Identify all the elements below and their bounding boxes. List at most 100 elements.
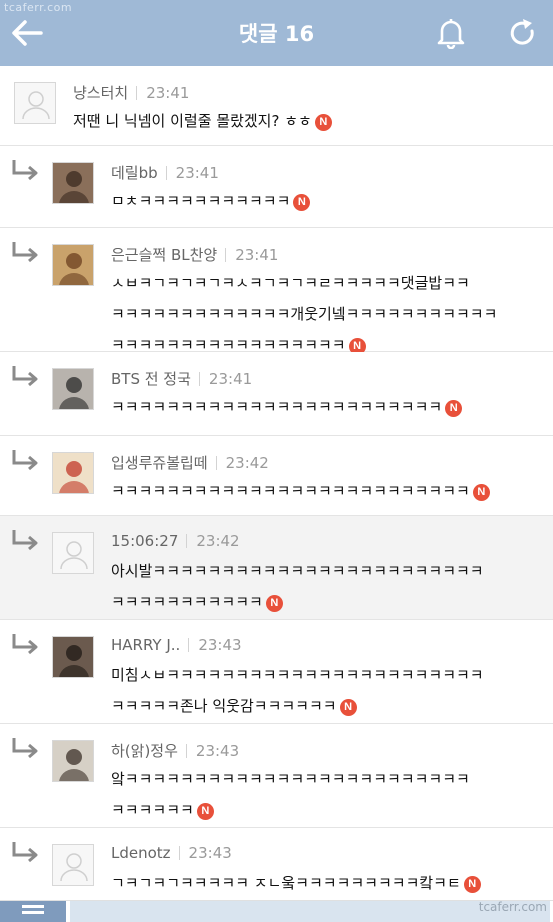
reply-arrow-icon (10, 840, 40, 866)
meta-divider (185, 743, 187, 758)
comment-text: 아시발ㅋㅋㅋㅋㅋㅋㅋㅋㅋㅋㅋㅋㅋㅋㅋㅋㅋㅋㅋㅋㅋㅋㅋㅋㅋㅋㅋㅋㅋㅋㅋㅋㅋㅋㅋ N (111, 556, 484, 618)
comment-text: ㅁㅊㅋㅋㅋㅋㅋㅋㅋㅋㅋㅋㅋ N (111, 186, 311, 217)
new-badge: N (265, 595, 283, 612)
comment-line: 앜ㅋㅋㅋㅋㅋㅋㅋㅋㅋㅋㅋㅋㅋㅋㅋㅋㅋㅋㅋㅋㅋㅋㅋㅋㅋ (111, 770, 470, 788)
avatar[interactable] (52, 452, 94, 494)
comment-meta: 15:06:27 23:42 (111, 532, 240, 550)
comment-line: ㅁㅊㅋㅋㅋㅋㅋㅋㅋㅋㅋㅋㅋ N (111, 186, 311, 217)
comment-text: ㅋㅋㅋㅋㅋㅋㅋㅋㅋㅋㅋㅋㅋㅋㅋㅋㅋㅋㅋㅋㅋㅋㅋㅋㅋㅋ N (111, 476, 490, 507)
reply-arrow-icon (10, 736, 40, 762)
nickname[interactable]: 은근슬쩍 BL찬양 (111, 244, 217, 265)
comment-line: ㅋㅋㅋㅋㅋㅋㅋㅋㅋㅋㅋ N (111, 587, 484, 618)
reply-arrow-icon (10, 364, 40, 390)
timestamp: 23:41 (146, 83, 190, 102)
watermark: tcaferr.com (4, 1, 73, 14)
comment-line: ㅋㅋㅋㅋㅋ존나 익웃감ㅋㅋㅋㅋㅋㅋ N (111, 691, 484, 722)
watermark-bottom: tcaferr.com (478, 900, 547, 914)
bell-icon[interactable] (434, 16, 468, 50)
comment-meta: 하(앍)정우 23:43 (111, 740, 239, 761)
reply-arrow-icon (10, 240, 40, 266)
meta-divider (136, 85, 138, 100)
meta-divider (188, 638, 190, 652)
comment-line: ㅋㅋㅋㅋㅋㅋㅋㅋㅋㅋㅋㅋㅋㅋㅋㅋㅋㅋㅋㅋㅋㅋㅋㅋㅋㅋ N (111, 476, 490, 507)
meta-divider (198, 371, 200, 386)
comment-line: ㄱㅋㄱㅋㄱㅋㅋㅋㅋㅋ ㅈㄴ웈ㅋㅋㅋㅋㅋㅋㅋㅋㅋ캌ㅋㅌ N (111, 868, 481, 899)
comment-meta: BTS 전 정국 23:41 (111, 368, 252, 389)
comment-text: 앜ㅋㅋㅋㅋㅋㅋㅋㅋㅋㅋㅋㅋㅋㅋㅋㅋㅋㅋㅋㅋㅋㅋㅋㅋㅋㅋㅋㅋㅋㅋㅋ N (111, 764, 470, 826)
avatar[interactable] (52, 636, 94, 678)
nickname[interactable]: HARRY J.. (111, 636, 180, 654)
new-badge: N (196, 803, 214, 820)
new-badge: N (339, 699, 357, 716)
avatar[interactable] (52, 162, 94, 204)
meta-divider (165, 165, 167, 180)
comment-item[interactable]: 은근슬쩍 BL찬양 23:41 ㅅㅂㅋㄱㅋㄱㅋㄱㅋㅅㅋㄱㅋㄱㅋㄹㅋㅋㅋㅋㅋ댓글밥ㅋㅋ… (0, 228, 553, 355)
top-bar: tcaferr.com 댓글 16 (0, 0, 553, 66)
comment-line: 저땐 니 닉넴이 이럴줄 몰랐겠지? ㅎㅎ N (73, 106, 332, 137)
avatar[interactable] (52, 740, 94, 782)
nickname[interactable]: 데릴bb (111, 162, 158, 183)
menu-button[interactable] (0, 901, 66, 922)
avatar[interactable] (52, 368, 94, 410)
timestamp: 23:41 (235, 245, 279, 264)
timestamp: 23:42 (225, 453, 269, 472)
comment-line: 아시발ㅋㅋㅋㅋㅋㅋㅋㅋㅋㅋㅋㅋㅋㅋㅋㅋㅋㅋㅋㅋㅋㅋㅋㅋ (111, 562, 484, 580)
timestamp: 23:43 (198, 636, 242, 654)
comment-text: ㅋㅋㅋㅋㅋㅋㅋㅋㅋㅋㅋㅋㅋㅋㅋㅋㅋㅋㅋㅋㅋㅋㅋㅋ N (111, 392, 463, 423)
comment-meta: HARRY J.. 23:43 (111, 636, 242, 654)
comment-text: 미침ㅅㅂㅋㅋㅋㅋㅋㅋㅋㅋㅋㅋㅋㅋㅋㅋㅋㅋㅋㅋㅋㅋㅋㅋㅋㅋㅋㅋㅋㅋ존나 익웃감ㅋㅋ… (111, 660, 484, 722)
new-badge: N (314, 114, 332, 131)
comment-text: ㄱㅋㄱㅋㄱㅋㅋㅋㅋㅋ ㅈㄴ웈ㅋㅋㅋㅋㅋㅋㅋㅋㅋ캌ㅋㅌ N (111, 868, 481, 899)
comment-line: ㅋㅋㅋㅋㅋㅋ N (111, 795, 470, 826)
arrow-left-icon[interactable] (10, 16, 44, 50)
reply-arrow-icon (10, 632, 40, 658)
timestamp: 23:41 (175, 163, 219, 182)
timestamp: 23:43 (195, 741, 240, 760)
avatar[interactable] (52, 532, 94, 574)
comment-item[interactable]: 입생루쥬볼립떼 23:42 ㅋㅋㅋㅋㅋㅋㅋㅋㅋㅋㅋㅋㅋㅋㅋㅋㅋㅋㅋㅋㅋㅋㅋㅋㅋㅋ N (0, 436, 553, 516)
timestamp: 23:41 (208, 369, 253, 388)
nickname[interactable]: Ldenotz (111, 844, 171, 862)
comment-line: ㅅㅂㅋㄱㅋㄱㅋㄱㅋㅅㅋㄱㅋㄱㅋㄹㅋㅋㅋㅋㅋ댓글밥ㅋㅋ (111, 274, 470, 292)
reply-arrow-icon (10, 528, 40, 554)
comment-line: ㅋㅋㅋㅋㅋㅋㅋㅋㅋㅋㅋㅋㅋㅋㅋㅋㅋㅋㅋㅋㅋㅋㅋㅋ N (111, 392, 463, 423)
comment-item[interactable]: HARRY J.. 23:43 미침ㅅㅂㅋㅋㅋㅋㅋㅋㅋㅋㅋㅋㅋㅋㅋㅋㅋㅋㅋㅋㅋㅋㅋㅋ… (0, 620, 553, 724)
refresh-icon[interactable] (506, 16, 540, 50)
nickname[interactable]: BTS 전 정국 (111, 368, 191, 389)
reply-arrow-icon (10, 158, 40, 184)
meta-divider (186, 534, 188, 548)
comment-meta: 냥스터치 23:41 (73, 82, 189, 103)
new-badge: N (472, 484, 490, 501)
comment-meta: 은근슬쩍 BL찬양 23:41 (111, 244, 278, 265)
comment-item[interactable]: 15:06:27 23:42 아시발ㅋㅋㅋㅋㅋㅋㅋㅋㅋㅋㅋㅋㅋㅋㅋㅋㅋㅋㅋㅋㅋㅋㅋㅋ… (0, 516, 553, 620)
bottom-bar (0, 900, 553, 922)
nickname[interactable]: 입생루쥬볼립떼 (111, 452, 208, 473)
avatar[interactable] (14, 82, 56, 124)
comment-meta: 데릴bb 23:41 (111, 162, 219, 183)
meta-divider (225, 247, 227, 262)
meta-divider (215, 455, 217, 470)
nickname[interactable]: 냥스터치 (73, 82, 128, 103)
meta-divider (178, 846, 180, 860)
comment-meta: 입생루쥬볼립떼 23:42 (111, 452, 269, 473)
comment-text: 저땐 니 닉넴이 이럴줄 몰랐겠지? ㅎㅎ N (73, 106, 332, 137)
comment-item[interactable]: 하(앍)정우 23:43 앜ㅋㅋㅋㅋㅋㅋㅋㅋㅋㅋㅋㅋㅋㅋㅋㅋㅋㅋㅋㅋㅋㅋㅋㅋㅋㅋㅋㅋ… (0, 724, 553, 828)
comment-line: 미침ㅅㅂㅋㅋㅋㅋㅋㅋㅋㅋㅋㅋㅋㅋㅋㅋㅋㅋㅋㅋㅋㅋㅋㅋㅋ (111, 666, 484, 684)
timestamp: 23:43 (188, 844, 232, 862)
comment-text: ㅅㅂㅋㄱㅋㄱㅋㄱㅋㅅㅋㄱㅋㄱㅋㄹㅋㅋㅋㅋㅋ댓글밥ㅋㅋㅋㅋㅋㅋㅋㅋㅋㅋㅋㅋㅋㅋㅋ개… (111, 268, 497, 361)
avatar[interactable] (52, 244, 94, 286)
avatar[interactable] (52, 844, 94, 886)
nickname[interactable]: 15:06:27 (111, 532, 178, 550)
reply-arrow-icon (10, 448, 40, 474)
comment-item[interactable]: 데릴bb 23:41 ㅁㅊㅋㅋㅋㅋㅋㅋㅋㅋㅋㅋㅋ N (0, 146, 553, 228)
comment-item[interactable]: BTS 전 정국 23:41 ㅋㅋㅋㅋㅋㅋㅋㅋㅋㅋㅋㅋㅋㅋㅋㅋㅋㅋㅋㅋㅋㅋㅋㅋ N (0, 352, 553, 436)
comment-meta: Ldenotz 23:43 (111, 844, 232, 862)
page-title: 댓글 16 (238, 22, 315, 46)
comment-line: ㅋㅋㅋㅋㅋㅋㅋㅋㅋㅋㅋㅋㅋ개웃기넼ㅋㅋㅋㅋㅋㅋㅋㅋㅋㅋㅋ (111, 305, 498, 323)
new-badge: N (463, 876, 481, 893)
new-badge: N (445, 400, 463, 417)
timestamp: 23:42 (196, 532, 240, 550)
nickname[interactable]: 하(앍)정우 (111, 740, 178, 761)
new-badge: N (293, 194, 311, 211)
comment-item[interactable]: 냥스터치 23:41 저땐 니 닉넴이 이럴줄 몰랐겠지? ㅎㅎ N (0, 66, 553, 146)
